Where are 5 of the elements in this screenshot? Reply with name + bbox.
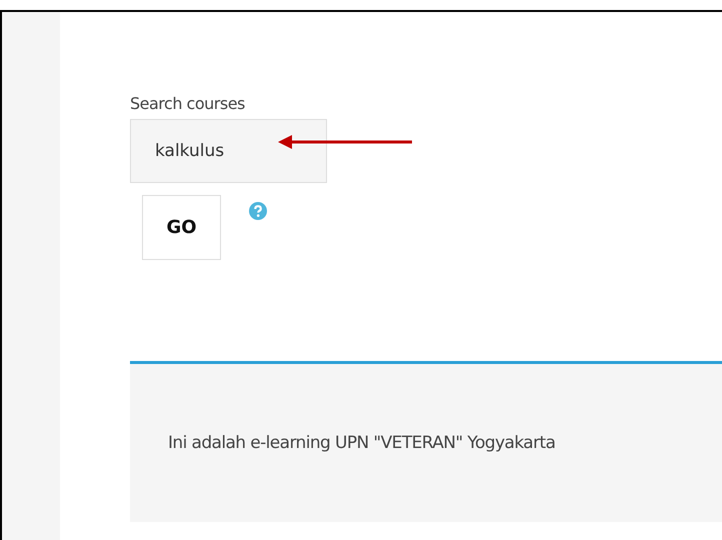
- search-field[interactable]: kalkulus: [130, 119, 327, 183]
- search-label: Search courses: [130, 94, 245, 113]
- help-icon[interactable]: [249, 202, 267, 220]
- go-button[interactable]: GO: [142, 195, 221, 260]
- notice-text: Ini adalah e-learning UPN "VETERAN" Yogyakarta: [168, 433, 556, 453]
